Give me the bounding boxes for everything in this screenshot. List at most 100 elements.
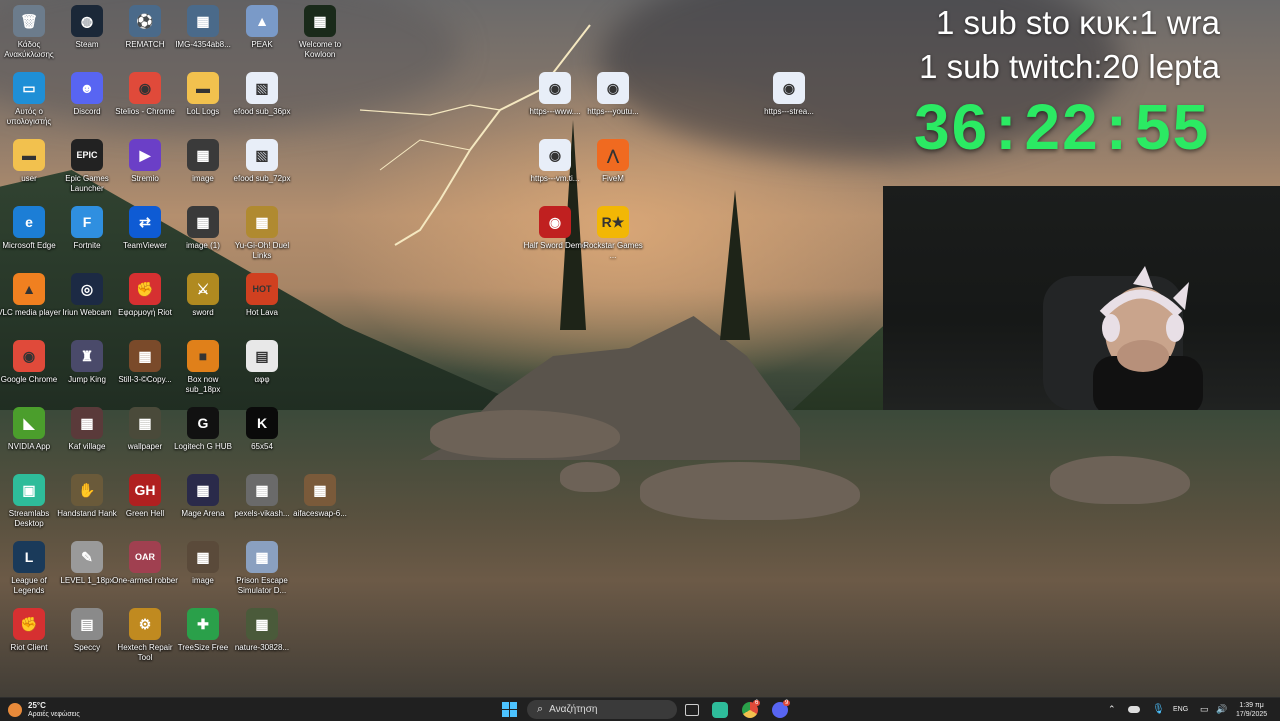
desktop-icon[interactable]: e Microsoft Edge — [0, 206, 62, 251]
desktop-icon-label: Stelios - Chrome — [115, 107, 175, 116]
desktop-icon[interactable]: ▬ user — [0, 139, 62, 184]
desktop-icon-label: Green Hell — [125, 509, 165, 518]
desktop-icon[interactable]: ◣ NVIDIA App — [0, 407, 62, 452]
riot-client-icon: ✊ — [13, 608, 45, 640]
desktop-icon[interactable]: ▤ Speccy — [54, 608, 120, 653]
webcam-person — [1043, 266, 1203, 410]
desktop-icon[interactable]: ◉ https---strea... — [756, 72, 822, 117]
desktop-icon-label: pexels-vikash... — [234, 509, 290, 518]
desktop-icon[interactable]: G Logitech G HUB — [170, 407, 236, 452]
taskbar-chrome[interactable]: 6 — [742, 698, 761, 721]
desktop-icon[interactable]: ▣ Streamlabs Desktop — [0, 474, 62, 529]
chrome-icon: ◉ — [129, 72, 161, 104]
desktop-icon[interactable]: ▦ IMG-4354ab8... — [170, 5, 236, 50]
desktop-icon[interactable]: ▦ wallpaper — [112, 407, 178, 452]
desktop-icon[interactable]: ◉ Half Sword Demo — [522, 206, 588, 251]
taskbar: 25°C Αραιές νεφώσεις ⌕ Αναζήτηση 6 9 ⌃ 🎙… — [0, 697, 1280, 721]
desktop-icon-label: https---www.... — [529, 107, 581, 116]
desktop-icon[interactable]: ✚ TreeSize Free — [170, 608, 236, 653]
tray-overflow-button[interactable]: ⌃ — [1108, 698, 1116, 721]
start-button[interactable] — [502, 698, 517, 721]
desktop-icon[interactable]: ◉ https---youtu... — [580, 72, 646, 117]
desktop-icon[interactable]: ▦ Still-3-©Copy... — [112, 340, 178, 385]
desktop-icon[interactable]: ▬ LoL Logs — [170, 72, 236, 117]
tray-onedrive[interactable] — [1128, 698, 1140, 721]
desktop-icon[interactable]: ⋀ FiveM — [580, 139, 646, 184]
desktop-icon[interactable]: F Fortnite — [54, 206, 120, 251]
desktop-icon[interactable]: ▤ αφφ — [229, 340, 295, 385]
weather-temp: 25°C — [28, 700, 46, 710]
desktop-icon[interactable]: ▦ Mage Arena — [170, 474, 236, 519]
taskbar-discord[interactable]: 9 — [772, 698, 791, 721]
file-icon: ▧ — [246, 139, 278, 171]
desktop-icon[interactable]: ◉ Google Chrome — [0, 340, 62, 385]
timer-seconds: 55 — [1135, 91, 1211, 163]
treesize-icon: ✚ — [187, 608, 219, 640]
desktop-icon[interactable]: ◍ Steam — [54, 5, 120, 50]
half-sword-icon: ◉ — [539, 206, 571, 238]
desktop-icon[interactable]: HOT Hot Lava — [229, 273, 295, 318]
desktop-icon[interactable]: ♜ Jump King — [54, 340, 120, 385]
taskbar-search[interactable]: ⌕ Αναζήτηση — [527, 700, 677, 719]
desktop-icon[interactable]: ▦ Prison Escape Simulator D... — [229, 541, 295, 596]
desktop-icon[interactable]: ✎ LEVEL 1_18px — [54, 541, 120, 586]
desktop-icon[interactable]: K 65x54 — [229, 407, 295, 452]
overlay-subs-line-2: 1 sub twitch:20 lepta — [919, 48, 1220, 85]
desktop-icon-label: Εφαρμογή Riot — [118, 308, 172, 317]
desktop-icon[interactable]: ✋ Handstand Hank — [54, 474, 120, 519]
rematch-icon: ⚽ — [129, 5, 161, 37]
desktop-icon[interactable]: R★ Rockstar Games ... — [580, 206, 646, 261]
task-view-button[interactable] — [685, 698, 699, 721]
desktop-icon[interactable]: ▲ PEAK — [229, 5, 295, 50]
desktop-icon[interactable]: ▦ Yu-Gi-Oh! Duel Links — [229, 206, 295, 261]
desktop-icon[interactable]: L League of Legends — [0, 541, 62, 596]
desktop-icon[interactable]: ▶ Stremio — [112, 139, 178, 184]
volume-button[interactable]: 🔊 — [1216, 698, 1227, 721]
desktop-icon[interactable]: GH Green Hell — [112, 474, 178, 519]
language-indicator[interactable]: ENG — [1173, 698, 1188, 721]
microphone-icon: 🎙 — [1152, 704, 1165, 715]
desktop-icon[interactable]: ⚔ sword — [170, 273, 236, 318]
speccy-icon: ▤ — [71, 608, 103, 640]
desktop-icon[interactable]: ✊ Riot Client — [0, 608, 62, 653]
desktop-icon[interactable]: ⇄ TeamViewer — [112, 206, 178, 251]
image-icon: ▦ — [187, 5, 219, 37]
desktop-icon[interactable]: ▦ nature-30828... — [229, 608, 295, 653]
green-hell-icon: GH — [129, 474, 161, 506]
desktop-icon[interactable]: ▦ pexels-vikash... — [229, 474, 295, 519]
desktop-icon-label: REMATCH — [125, 40, 165, 49]
desktop-icon[interactable]: ◉ https---vm.ti... — [522, 139, 588, 184]
desktop-icon-label: https---youtu... — [587, 107, 639, 116]
weather-widget[interactable]: 25°C Αραιές νεφώσεις — [8, 698, 80, 721]
desktop-icon[interactable]: ▦ Welcome to Kowloon — [287, 5, 353, 60]
desktop-icon[interactable]: OAR One-armed robber — [112, 541, 178, 586]
desktop-icon[interactable]: ▧ efood sub_72px — [229, 139, 295, 184]
desktop-icon[interactable]: ◉ Stelios - Chrome — [112, 72, 178, 117]
clock[interactable]: 1:39 πμ 17/9/2025 — [1236, 698, 1267, 721]
desktop-icon[interactable]: ◎ Iriun Webcam — [54, 273, 120, 318]
desktop-icon[interactable]: ✊ Εφαρμογή Riot — [112, 273, 178, 318]
desktop-icon[interactable]: ⚽ REMATCH — [112, 5, 178, 50]
desktop-icon[interactable]: ▧ efood sub_36px — [229, 72, 295, 117]
desktop-icon[interactable]: ⚙ Hextech Repair Tool — [112, 608, 178, 663]
desktop-icon[interactable]: ▦ image — [170, 541, 236, 586]
desktop-icon[interactable]: ◉ https---www.... — [522, 72, 588, 117]
desktop-icon[interactable]: 🗑 Κάδος Ανακύκλωσης — [0, 5, 62, 60]
desktop-icon[interactable]: ■ Box now sub_18px — [170, 340, 236, 395]
desktop-icon[interactable]: ▦ image (1) — [170, 206, 236, 251]
desktop-icon[interactable]: ▦ Kaf village — [54, 407, 120, 452]
rockstar-icon: R★ — [597, 206, 629, 238]
desktop-icon-label: Κάδος Ανακύκλωσης — [4, 40, 54, 59]
taskbar-streamlabs[interactable] — [712, 698, 728, 721]
desktop-icon[interactable]: ▦ image — [170, 139, 236, 184]
tray-microphone[interactable]: 🎙 — [1152, 698, 1165, 721]
desktop-icon[interactable]: ▭ Αυτός ο υπολογιστής — [0, 72, 62, 127]
desktop-icon-label: Riot Client — [10, 643, 48, 652]
game-icon: ✋ — [71, 474, 103, 506]
desktop-icon[interactable]: ▲ VLC media player — [0, 273, 62, 318]
overlay-subs-line-1: 1 sub sto κυκ:1 wra — [936, 4, 1220, 41]
desktop-icon[interactable]: EPIC Epic Games Launcher — [54, 139, 120, 194]
desktop-icon[interactable]: ☻ Discord — [54, 72, 120, 117]
network-button[interactable]: ▭ — [1200, 698, 1209, 721]
desktop-icon[interactable]: ▦ aifaceswap-6... — [287, 474, 353, 519]
